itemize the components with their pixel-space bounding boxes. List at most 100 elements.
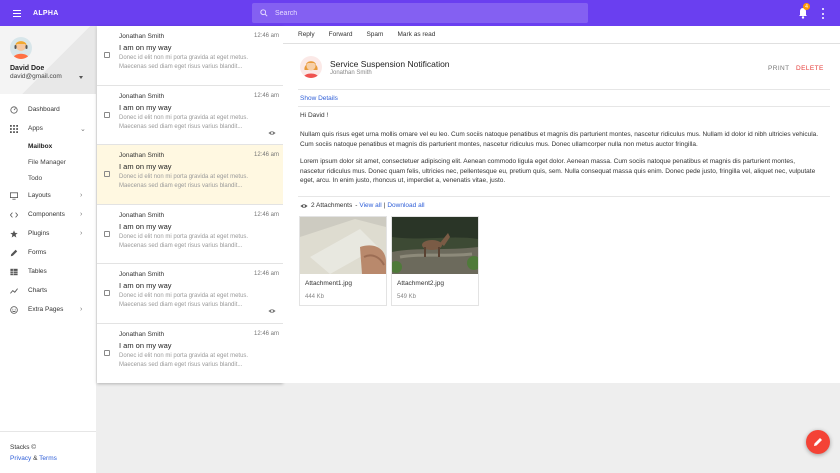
list-item[interactable]: Jonathan Smith 12:46 am I am on my way D… [97, 323, 283, 383]
list-item[interactable]: Jonathan Smith 12:46 am I am on my way D… [97, 26, 283, 86]
sidebar-item-tables[interactable]: Tables [0, 262, 96, 281]
more-vert-icon[interactable] [821, 8, 825, 19]
mail-title: Service Suspension Notification [330, 59, 450, 69]
mail-sender-name: Jonathan Smith [330, 70, 372, 76]
attachment-name: Attachment2.jpg [397, 280, 444, 287]
mail-time: 12:46 am [254, 330, 280, 337]
sender-avatar [300, 56, 322, 78]
code-icon [10, 211, 18, 219]
mail-preview: Donec id elit non mi porta gravida at eg… [119, 174, 249, 189]
mail-preview: Donec id elit non mi porta gravida at eg… [119, 233, 249, 249]
profile-dropdown-caret-icon[interactable] [79, 76, 83, 79]
pencil-icon [814, 438, 822, 446]
view-all-link[interactable]: View all [359, 202, 381, 209]
mail-checkbox[interactable] [104, 111, 110, 118]
avatar[interactable] [10, 37, 32, 59]
mail-time: 12:46 am [254, 271, 280, 277]
delete-button[interactable]: DELETE [796, 65, 824, 72]
mail-subject: I am on my way [119, 162, 172, 171]
reply-button[interactable]: Reply [298, 31, 315, 38]
sidebar-item-charts[interactable]: Charts [0, 281, 96, 300]
download-all-link[interactable]: Download all [387, 202, 424, 209]
mail-checkbox[interactable] [104, 171, 110, 177]
smiley-icon [10, 305, 18, 314]
terms-link[interactable]: Terms [39, 455, 57, 462]
brand-logo[interactable]: ALPHA [33, 10, 59, 17]
attachments-count: 2 Attachments [311, 202, 353, 209]
sidebar: David Doe david@gmail.com Dashboard Apps… [0, 26, 96, 473]
profile-email: david@gmail.com [10, 73, 62, 80]
divider [298, 89, 830, 90]
table-icon [10, 268, 18, 276]
search-bar[interactable] [252, 3, 588, 23]
mail-subject: I am on my way [119, 221, 172, 231]
mail-preview: Donec id elit non mi porta gravida at eg… [119, 352, 249, 368]
search-input[interactable] [275, 9, 575, 17]
attachment-thumbnail[interactable] [300, 217, 386, 274]
list-item[interactable]: Jonathan Smith 12:46 am I am on my way D… [97, 85, 283, 145]
menu-icon[interactable] [9, 0, 25, 26]
mark-as-read-button[interactable]: Mark as read [397, 31, 435, 38]
mail-subject: I am on my way [119, 340, 172, 350]
eye-icon [268, 309, 276, 313]
mail-sender: Jonathan Smith [119, 211, 165, 219]
attachment-card[interactable]: Attachment1.jpg 444 Kb [299, 216, 387, 306]
mail-time: 12:46 am [254, 33, 280, 39]
sidebar-item-layouts[interactable]: Layouts › [0, 186, 96, 205]
chart-line-icon [10, 287, 18, 295]
mail-preview: Donec id elit non mi porta gravida at eg… [119, 114, 249, 130]
attachment-name: Attachment1.jpg [305, 280, 352, 287]
mail-sender: Jonathan Smith [119, 271, 165, 278]
sidebar-item-label: Components [28, 211, 65, 218]
sidebar-item-components[interactable]: Components › [0, 205, 96, 224]
forward-button[interactable]: Forward [329, 31, 353, 38]
print-button[interactable]: PRINT [768, 65, 790, 72]
sidebar-subitem-file-manager[interactable]: File Manager [0, 154, 96, 170]
sidebar-menu: Dashboard Apps ⌄ Mailbox File Manager To… [0, 100, 96, 319]
list-item[interactable]: Jonathan Smith 12:46 am I am on my way D… [97, 204, 283, 264]
attachment-card[interactable]: Attachment2.jpg 549 Kb [391, 216, 479, 306]
compose-button[interactable] [806, 430, 830, 454]
sidebar-item-extra-pages[interactable]: Extra Pages › [0, 300, 96, 319]
spam-button[interactable]: Spam [366, 31, 383, 38]
attachment-size: 549 Kb [397, 294, 417, 300]
mail-preview: Donec id elit non mi porta gravida at eg… [119, 293, 249, 308]
attachment-size: 444 Kb [305, 294, 325, 300]
profile-panel: David Doe david@gmail.com [0, 26, 96, 94]
sidebar-divider [0, 431, 96, 432]
notification-badge: 4 [803, 3, 810, 10]
mail-checkbox[interactable] [104, 230, 110, 237]
sidebar-item-label: Dashboard [28, 106, 60, 113]
sidebar-item-label: Layouts [28, 192, 51, 199]
chevron-right-icon: › [80, 230, 83, 237]
show-details-link[interactable]: Show Details [300, 95, 338, 102]
list-item-selected[interactable]: Jonathan Smith 12:46 am I am on my way D… [97, 145, 283, 205]
sidebar-item-plugins[interactable]: Plugins › [0, 224, 96, 243]
list-item[interactable]: Jonathan Smith 12:46 am I am on my way D… [97, 264, 283, 324]
chevron-right-icon: › [80, 306, 83, 313]
sidebar-item-dashboard[interactable]: Dashboard [0, 100, 96, 119]
sidebar-subitem-todo[interactable]: Todo [0, 170, 96, 186]
mail-time: 12:46 am [254, 152, 280, 158]
mail-checkbox[interactable] [104, 290, 110, 296]
pencil-icon [10, 249, 18, 257]
attachments-dash: - [355, 202, 358, 209]
apps-grid-icon [10, 124, 18, 133]
attachment-thumbnail[interactable] [392, 217, 478, 274]
mail-checkbox[interactable] [104, 52, 110, 58]
footer-amp: & [33, 455, 38, 462]
sidebar-item-label: Plugins [28, 230, 50, 237]
chevron-right-icon: › [80, 192, 83, 199]
attachments-separator: | [383, 202, 386, 209]
mail-preview: Donec id elit non mi porta gravida at eg… [119, 55, 249, 70]
sidebar-subitem-mailbox[interactable]: Mailbox [0, 138, 96, 154]
mail-list: Jonathan Smith 12:46 am I am on my way D… [97, 26, 283, 383]
mail-subject: I am on my way [119, 102, 172, 112]
sidebar-item-forms[interactable]: Forms [0, 243, 96, 262]
sidebar-item-label: Charts [28, 287, 48, 294]
sidebar-item-apps[interactable]: Apps ⌄ [0, 119, 96, 138]
mail-time: 12:46 am [254, 211, 280, 218]
privacy-link[interactable]: Privacy [10, 455, 31, 462]
sidebar-item-label: Tables [28, 268, 47, 275]
mail-checkbox[interactable] [104, 349, 110, 356]
